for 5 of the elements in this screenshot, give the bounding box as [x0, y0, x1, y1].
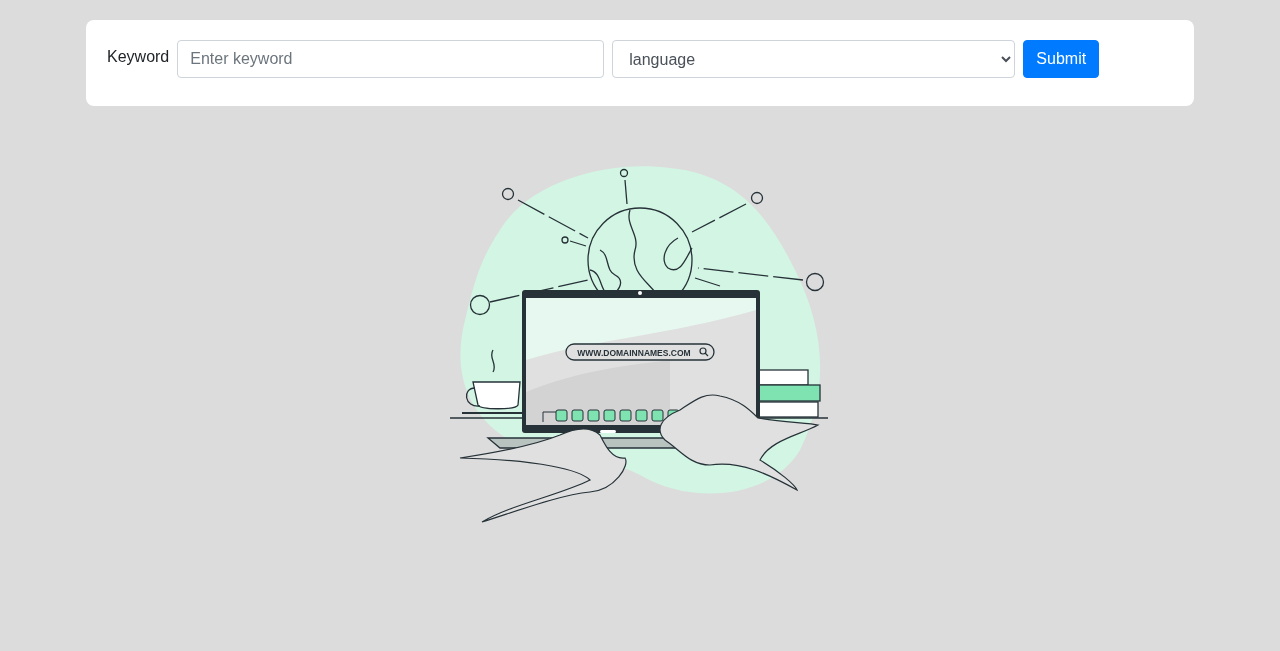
address-bar-text: WWW.DOMAINNAMES.COM	[577, 347, 691, 358]
language-select[interactable]: language	[612, 40, 1016, 78]
submit-button[interactable]: Submit	[1023, 40, 1100, 78]
keyword-input-field[interactable]: Enter keyword	[177, 40, 605, 78]
keyword-label: Keyword	[107, 48, 170, 66]
